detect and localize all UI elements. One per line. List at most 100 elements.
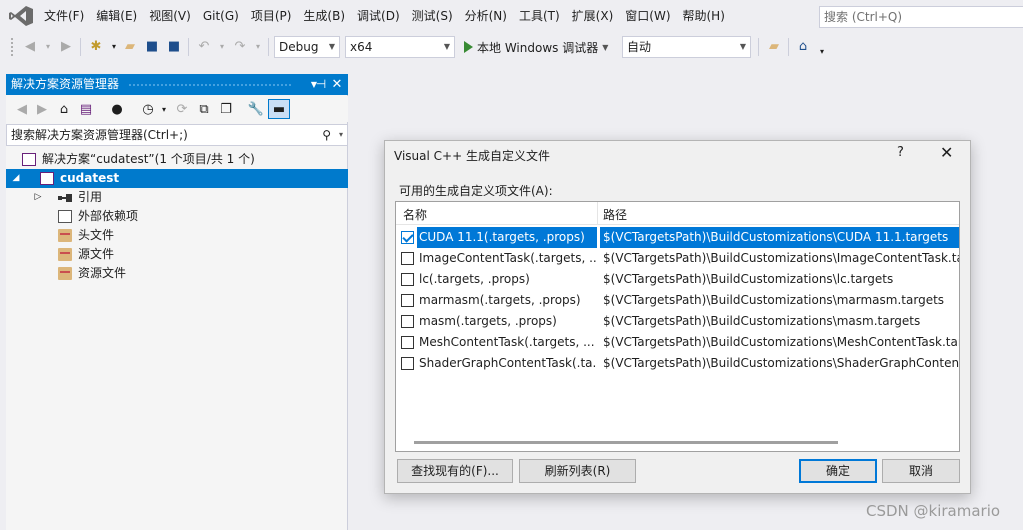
preview-selected-items-icon[interactable]: ▬ [268,99,290,119]
forward-icon[interactable]: ▶ [34,101,50,117]
menu-test[interactable]: 测试(S) [406,0,459,33]
refresh-list-button[interactable]: 刷新列表(R) [519,459,636,483]
help-button[interactable]: ? [897,145,904,160]
redo-icon[interactable]: ↷ [232,38,248,54]
list-item[interactable]: lc(.targets, .props) $(VCTargetsPath)\Bu… [396,269,959,290]
menu-edit[interactable]: 编辑(E) [90,0,143,33]
list-item[interactable]: CUDA 11.1(.targets, .props) $(VCTargetsP… [396,227,959,248]
open-folder-icon[interactable]: ▰ [122,38,138,54]
list-item[interactable]: MeshContentTask(.targets, ... $(VCTarget… [396,332,959,353]
solution-explorer-search-input[interactable]: 搜索解决方案资源管理器(Ctrl+;) ⚲ ▾ [6,124,348,146]
toolbar-grip[interactable] [10,37,14,57]
row-checkbox[interactable] [401,336,414,349]
tree-item-references[interactable]: ▷ 引用 [6,188,348,207]
row-checkbox[interactable] [401,252,414,265]
row-name: ImageContentTask(.targets, ... [419,251,597,265]
customization-list[interactable]: 名称 路径 CUDA 11.1(.targets, .props) $(VCTa… [395,201,960,452]
home-icon[interactable]: ⌂ [56,101,72,117]
solution-configuration-select[interactable]: Debug ▼ [274,36,340,58]
column-divider[interactable] [597,202,598,225]
home-icon[interactable]: ⌂ [795,38,811,54]
back-dropdown-icon[interactable]: ▾ [40,38,56,54]
expand-arrow-icon[interactable]: ▷ [33,188,43,207]
menu-help[interactable]: 帮助(H) [677,0,731,33]
list-item[interactable]: ImageContentTask(.targets, ... $(VCTarge… [396,248,959,269]
watermark: CSDN @kiramario [866,502,1001,520]
tree-item-solution[interactable]: 解决方案“cudatest”(1 个项目/共 1 个) [6,150,348,169]
list-item[interactable]: masm(.targets, .props) $(VCTargetsPath)\… [396,311,959,332]
redo-dropdown-icon[interactable]: ▾ [250,38,266,54]
external-dependencies-label: 外部依赖项 [78,209,139,223]
back-icon[interactable]: ◀ [22,38,38,54]
row-checkbox[interactable] [401,357,414,370]
tree-item-header-files[interactable]: 头文件 [6,226,348,245]
chevron-down-icon: ▼ [602,42,609,52]
row-path: $(VCTargetsPath)\BuildCustomizations\CUD… [600,227,959,248]
menu-debug[interactable]: 调试(D) [351,0,406,33]
row-checkbox[interactable] [401,231,414,244]
global-search-input[interactable]: 搜索 (Ctrl+Q) [819,6,1023,28]
menu-window[interactable]: 窗口(W) [619,0,676,33]
horizontal-scrollbar[interactable] [414,441,838,444]
menu-project[interactable]: 项目(P) [245,0,298,33]
solution-tree: 解决方案“cudatest”(1 个项目/共 1 个) ◢ cudatest ▷… [6,150,348,283]
filter-dropdown-icon[interactable]: ▾ [156,101,172,117]
column-header-name[interactable]: 名称 [403,206,427,223]
solution-platform-select[interactable]: x64 ▼ [345,36,455,58]
cancel-button[interactable]: 取消 [882,459,960,483]
tree-item-external-dependencies[interactable]: 外部依赖项 [6,207,348,226]
show-all-files-icon[interactable]: ● [109,101,125,117]
pin-icon[interactable]: ⊣ [313,74,329,95]
filter-folder-icon [58,267,72,280]
toolbar-options-icon[interactable]: ▾ [814,43,830,59]
save-icon[interactable]: ■ [144,38,160,54]
project-icon [40,172,54,185]
tree-item-source-files[interactable]: 源文件 [6,245,348,264]
ok-button[interactable]: 确定 [799,459,877,483]
forward-icon[interactable]: ▶ [58,38,74,54]
row-checkbox[interactable] [401,273,414,286]
collapse-all-icon[interactable]: ⧉ [196,101,212,117]
toolbar-separator [268,38,269,56]
menu-extensions[interactable]: 扩展(X) [566,0,620,33]
menu-build[interactable]: 生成(B) [297,0,351,33]
pending-changes-filter-icon[interactable]: ◷ [140,101,156,117]
new-dropdown-icon[interactable]: ▾ [106,38,122,54]
project-label: cudatest [60,171,120,185]
start-debugging-button[interactable]: 本地 Windows 调试器 ▼ [464,36,608,58]
menu-view[interactable]: 视图(V) [143,0,197,33]
chevron-down-icon: ▼ [739,42,746,51]
tree-item-resource-files[interactable]: 资源文件 [6,264,348,283]
row-checkbox[interactable] [401,294,414,307]
chevron-down-icon: ▼ [443,42,450,51]
play-icon [464,41,473,53]
back-icon[interactable]: ◀ [14,101,30,117]
switch-views-icon[interactable]: ▤ [78,101,94,117]
filter-folder-icon [58,248,72,261]
close-icon[interactable]: ✕ [329,74,345,95]
list-item[interactable]: marmasm(.targets, .props) $(VCTargetsPat… [396,290,959,311]
column-header-path[interactable]: 路径 [603,206,627,223]
undo-dropdown-icon[interactable]: ▾ [214,38,230,54]
debug-target-select[interactable]: 自动 ▼ [622,36,751,58]
close-icon[interactable]: ✕ [940,143,953,162]
menu-tools[interactable]: 工具(T) [513,0,566,33]
find-existing-button[interactable]: 查找现有的(F)... [397,459,513,483]
row-path: $(VCTargetsPath)\BuildCustomizations\mas… [603,314,921,328]
menu-analyze[interactable]: 分析(N) [459,0,513,33]
properties-wrench-icon[interactable]: 🔧 [248,101,264,117]
tree-item-project[interactable]: ◢ cudatest [6,169,348,188]
solution-explorer-titlebar[interactable]: 解决方案资源管理器 ▼ ⊣ ✕ [6,74,348,95]
new-project-icon[interactable]: ✱ [88,38,104,54]
undo-icon[interactable]: ↶ [196,38,212,54]
menu-file[interactable]: 文件(F) [38,0,90,33]
list-item[interactable]: ShaderGraphContentTask(.ta... $(VCTarget… [396,353,959,374]
row-checkbox[interactable] [401,315,414,328]
save-all-icon[interactable]: ■ [166,38,182,54]
menu-git[interactable]: Git(G) [197,0,245,33]
copy-icon[interactable]: ❐ [218,101,234,117]
browse-folder-icon[interactable]: ▰ [766,38,782,54]
collapse-arrow-icon[interactable]: ◢ [11,169,21,188]
list-caption: 可用的生成自定义项文件(A): [399,184,553,198]
sync-icon[interactable]: ⟳ [174,101,190,117]
